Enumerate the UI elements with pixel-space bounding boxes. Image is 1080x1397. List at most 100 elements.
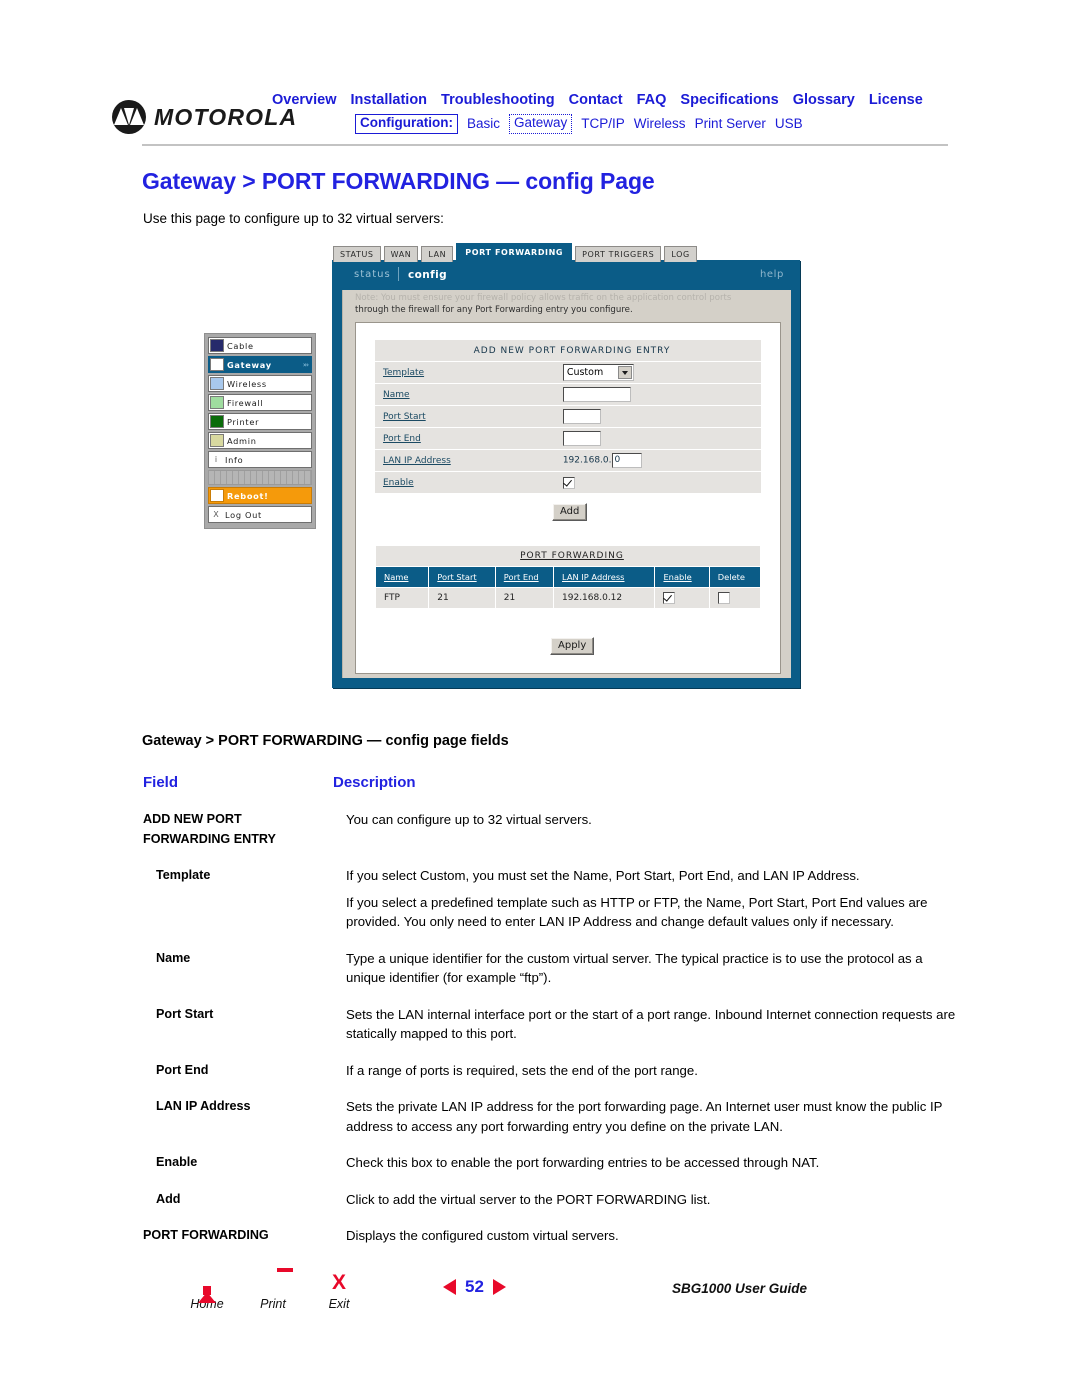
subnav-tcpip[interactable]: TCP/IP [581, 116, 625, 131]
table-row: Port End If a range of ports is required… [143, 1061, 958, 1098]
configuration-label: Configuration: [355, 114, 458, 134]
field-desc-port-end: If a range of ports is required, sets th… [346, 1062, 698, 1078]
previous-page-icon[interactable] [443, 1279, 456, 1295]
primary-nav: Overview Installation Troubleshooting Co… [272, 92, 923, 108]
sidebar-item-label: Cable [227, 340, 254, 351]
subnav-wireless[interactable]: Wireless [634, 116, 686, 131]
next-page-icon[interactable] [492, 1279, 506, 1295]
col-port-end[interactable]: Port End [494, 566, 555, 588]
chevron-down-icon[interactable] [617, 366, 632, 379]
port-start-input[interactable] [562, 409, 601, 424]
page-number: 52 [465, 1277, 484, 1296]
cell-lan-ip: 192.168.0.12 [553, 587, 656, 609]
tab-status[interactable]: STATUS [333, 246, 381, 262]
sidebar-item-firewall[interactable]: Firewall [208, 394, 312, 411]
exit-icon-wrap: X [309, 1272, 369, 1296]
printer-swatch-icon [210, 415, 224, 428]
sidebar-item-label: Gateway [227, 359, 272, 370]
row-label-template: Template [375, 361, 553, 384]
sidebar-item-reboot[interactable]: Reboot! [208, 487, 312, 504]
sidebar-item-gateway[interactable]: Gateway »› [208, 356, 312, 373]
nav-faq[interactable]: FAQ [637, 92, 667, 108]
col-name[interactable]: Name [374, 566, 430, 588]
table-row: LAN IP Address Sets the private LAN IP a… [143, 1097, 958, 1153]
field-name-add-new-port-forwarding-entry: ADD NEW PORT FORWARDING ENTRY [143, 812, 276, 846]
sidebar-item-admin[interactable]: Admin [208, 432, 312, 449]
sidebar-item-printer[interactable]: Printer [208, 413, 312, 430]
tab-port-forwarding[interactable]: PORT FORWARDING [456, 243, 573, 262]
table-row: Template If you select Custom, you must … [143, 866, 958, 949]
enable-checkbox[interactable] [562, 476, 575, 489]
col-lan-ip[interactable]: LAN IP Address [553, 566, 656, 588]
cell-name: FTP [374, 587, 430, 609]
nav-license[interactable]: License [869, 92, 923, 108]
field-name-port-start: Port Start [156, 1006, 214, 1021]
help-link[interactable]: help [760, 269, 784, 280]
cable-swatch-icon [210, 339, 224, 352]
tab-lan[interactable]: LAN [421, 246, 454, 262]
table-row: Enable Check this box to enable the port… [143, 1153, 958, 1190]
subnav-usb[interactable]: USB [775, 116, 803, 131]
firewall-note: Note: You must ensure your firewall poli… [355, 292, 775, 316]
router-window: status config help Note: You must ensure… [332, 260, 800, 688]
row-delete-checkbox[interactable] [717, 592, 730, 604]
tab-wan[interactable]: WAN [383, 246, 419, 262]
chevron-right-icon: »› [302, 360, 309, 369]
row-value-template: Custom [552, 361, 761, 384]
router-tab-strip: STATUS WAN LAN PORT FORWARDING PORT TRIG… [333, 243, 697, 262]
sidebar-item-info[interactable]: i Info [208, 451, 312, 468]
table-row: FTP 21 21 192.168.0.12 [374, 587, 762, 609]
nav-overview[interactable]: Overview [272, 92, 337, 108]
col-delete: Delete [708, 566, 762, 588]
nav-contact[interactable]: Contact [569, 92, 623, 108]
tab-port-triggers[interactable]: PORT TRIGGERS [575, 246, 662, 262]
col-port-start[interactable]: Port Start [428, 566, 496, 588]
reboot-icon [210, 489, 224, 502]
template-select[interactable]: Custom [562, 364, 634, 381]
fields-section-title: Gateway > PORT FORWARDING — config page … [142, 733, 509, 749]
sidebar-item-label: Info [225, 454, 244, 465]
row-value-name [552, 383, 761, 406]
nav-troubleshooting[interactable]: Troubleshooting [441, 92, 555, 108]
subtab-config[interactable]: config [408, 269, 447, 281]
subtab-status[interactable]: status [354, 269, 391, 280]
configuration-nav: Configuration: Basic Gateway TCP/IP Wire… [355, 114, 803, 134]
row-enable-checkbox[interactable] [663, 592, 676, 604]
subnav-basic[interactable]: Basic [467, 116, 500, 131]
tab-log[interactable]: LOG [664, 246, 697, 262]
close-icon: X [213, 510, 219, 519]
nav-glossary[interactable]: Glossary [793, 92, 855, 108]
close-icon: X [331, 1271, 346, 1294]
name-input[interactable] [562, 387, 631, 402]
sidebar-item-cable[interactable]: Cable [208, 337, 312, 354]
lan-ip-octet-input[interactable]: 0 [611, 453, 642, 468]
cell-port-end: 21 [494, 587, 555, 609]
field-desc-add: Click to add the virtual server to the P… [346, 1191, 711, 1207]
nav-installation[interactable]: Installation [351, 92, 428, 108]
motorola-logo: MOTOROLA [112, 100, 297, 134]
home-button[interactable]: Home [177, 1272, 237, 1311]
add-button[interactable]: Add [552, 503, 588, 521]
col-enable[interactable]: Enable [654, 566, 710, 588]
field-name-template: Template [156, 868, 211, 882]
subnav-print-server[interactable]: Print Server [695, 116, 766, 131]
nav-specifications[interactable]: Specifications [680, 92, 778, 108]
router-ui-screenshot: STATUS WAN LAN PORT FORWARDING PORT TRIG… [196, 243, 816, 693]
lan-ip-octet-value: 0 [614, 455, 621, 465]
exit-button[interactable]: X Exit [309, 1272, 369, 1312]
row-label-port-start: Port Start [375, 405, 553, 428]
table-row: ADD NEW PORT FORWARDING ENTRY You can con… [143, 810, 958, 866]
column-header-description: Description [333, 774, 416, 791]
port-end-input[interactable] [562, 431, 601, 446]
sidebar-item-logout[interactable]: X Log Out [208, 506, 312, 523]
sidebar-item-label: Firewall [227, 397, 264, 408]
pagination: 52 [443, 1277, 506, 1297]
print-button[interactable]: Print [243, 1272, 303, 1311]
subnav-gateway[interactable]: Gateway [509, 114, 573, 134]
cell-delete [708, 587, 762, 609]
apply-button[interactable]: Apply [550, 637, 595, 655]
sidebar-item-label: Printer [227, 416, 260, 427]
row-label-port-end: Port End [375, 427, 553, 450]
sidebar-item-wireless[interactable]: Wireless [208, 375, 312, 392]
field-desc-enable: Check this box to enable the port forwar… [346, 1155, 820, 1170]
